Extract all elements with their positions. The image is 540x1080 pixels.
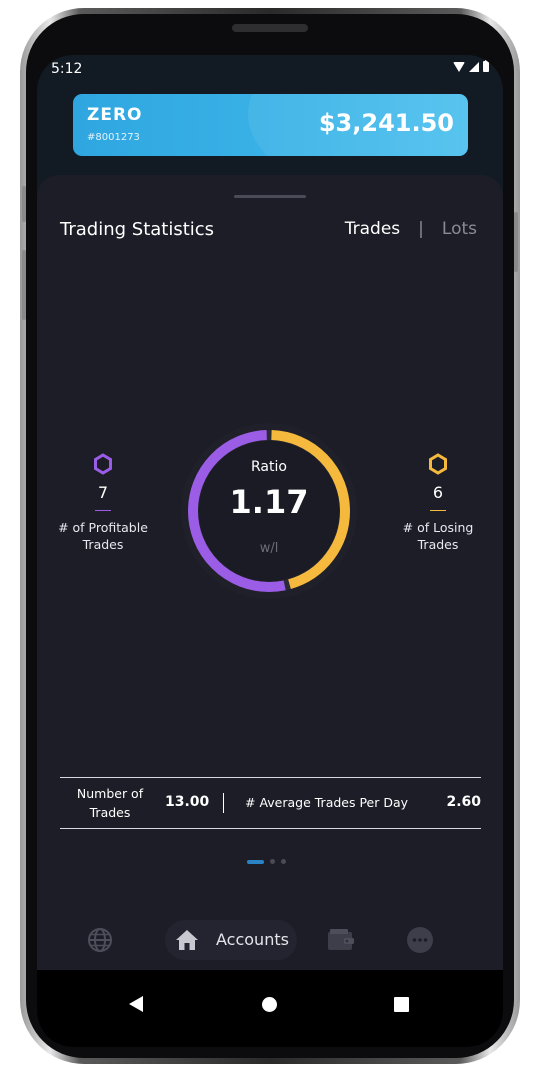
side-button: [22, 250, 26, 320]
number-of-trades-label-line2: Trades: [89, 805, 131, 820]
nav-accounts-label: Accounts: [216, 930, 289, 949]
trades-lots-toggle: Trades | Lots: [345, 219, 477, 239]
account-card[interactable]: ZERO #8001273 $3,241.50: [73, 94, 468, 156]
ratio-label: Ratio: [251, 459, 287, 475]
losing-label-line1: # of Losing: [402, 520, 474, 535]
recent-apps-icon[interactable]: [394, 997, 409, 1012]
ratio-ring: Ratio 1.17 w/l: [177, 419, 361, 603]
losing-trades-stat: 6 # of Losing Trades: [383, 453, 493, 553]
profitable-label-line1: # of Profitable: [58, 520, 148, 535]
profitable-trades-value: 7: [97, 483, 109, 502]
average-trades-value: 2.60: [446, 794, 481, 810]
nav-accounts-button[interactable]: Accounts: [165, 920, 297, 960]
average-trades-label: # Average Trades Per Day: [245, 795, 409, 810]
number-of-trades-label: Number of Trades: [74, 784, 146, 822]
wallet-icon[interactable]: [327, 929, 355, 955]
ratio-unit: w/l: [259, 541, 279, 556]
losing-trades-label: # of Losing Trades: [383, 519, 493, 553]
number-of-trades-value: 13.00: [165, 794, 210, 810]
profitable-label-line2: Trades: [82, 537, 124, 552]
trades-summary-row: Number of Trades 13.00 # Average Trades …: [60, 777, 481, 829]
toggle-trades[interactable]: Trades: [345, 219, 400, 239]
ratio-value: 1.17: [229, 483, 309, 521]
trading-statistics-sheet: Trading Statistics Trades | Lots 7 # of …: [37, 175, 503, 1030]
page-dot[interactable]: [270, 859, 275, 864]
profitable-underline: [95, 510, 111, 511]
page-dot-active[interactable]: [247, 859, 264, 864]
back-icon[interactable]: [129, 996, 143, 1012]
losing-trades-value: 6: [432, 483, 444, 502]
profitable-trades-stat: 7 # of Profitable Trades: [48, 453, 158, 553]
bottom-navigation: Accounts: [37, 910, 503, 970]
android-navigation-bar: [37, 970, 503, 1047]
more-icon[interactable]: [406, 926, 434, 958]
power-button: [514, 212, 518, 272]
losing-underline: [430, 510, 446, 511]
number-of-trades-label-line1: Number of: [76, 786, 144, 801]
toggle-divider: |: [418, 219, 424, 239]
status-bar: 5:12: [37, 55, 503, 85]
home-button-icon[interactable]: [262, 997, 277, 1012]
signal-icon: [469, 61, 479, 72]
page-dot[interactable]: [281, 859, 286, 864]
hexagon-icon: [429, 453, 447, 475]
account-number: #8001273: [87, 132, 140, 143]
globe-icon[interactable]: [87, 927, 113, 957]
account-name: ZERO: [87, 105, 143, 125]
side-button: [22, 186, 26, 222]
status-icons: [453, 59, 489, 72]
status-time: 5:12: [51, 61, 83, 77]
summary-divider: [223, 793, 224, 813]
earpiece-speaker: [232, 24, 308, 32]
drag-handle[interactable]: [234, 195, 306, 198]
section-title: Trading Statistics: [60, 219, 215, 240]
wifi-icon: [453, 61, 465, 72]
phone-screen: 5:12 ZERO #8001273 $3,241.50 Trading Sta…: [37, 55, 503, 1047]
battery-icon: [483, 59, 489, 72]
account-balance: $3,241.50: [318, 109, 454, 137]
toggle-lots[interactable]: Lots: [442, 219, 477, 239]
losing-label-line2: Trades: [417, 537, 459, 552]
hexagon-icon: [94, 453, 112, 475]
home-icon: [175, 929, 199, 955]
profitable-trades-label: # of Profitable Trades: [48, 519, 158, 553]
page-indicator: [247, 859, 286, 864]
